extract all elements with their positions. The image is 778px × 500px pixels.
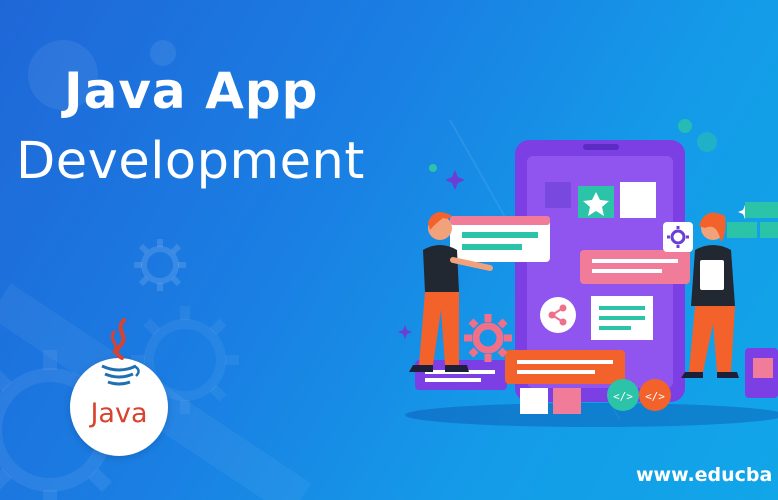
code-icon: </>: [645, 390, 665, 403]
floating-card: [580, 250, 690, 284]
sparkle-icon: [398, 325, 412, 339]
title-line-1: Java App: [64, 62, 319, 120]
java-logo: Java: [70, 318, 168, 456]
floating-card: [505, 350, 625, 384]
code-icon: </>: [613, 390, 633, 403]
gear-icon: [464, 314, 512, 362]
app-development-illustration: </> </>: [398, 119, 778, 427]
floor-shadow: [405, 403, 778, 427]
title-line-2: Development: [16, 132, 365, 191]
website-url: www.educba: [636, 464, 773, 486]
sparkle-icon: [445, 170, 465, 190]
banner: Java App Development Java www.educba </>…: [0, 0, 778, 500]
java-cup-icon: [101, 318, 140, 386]
java-logo-text: Java: [90, 398, 148, 429]
